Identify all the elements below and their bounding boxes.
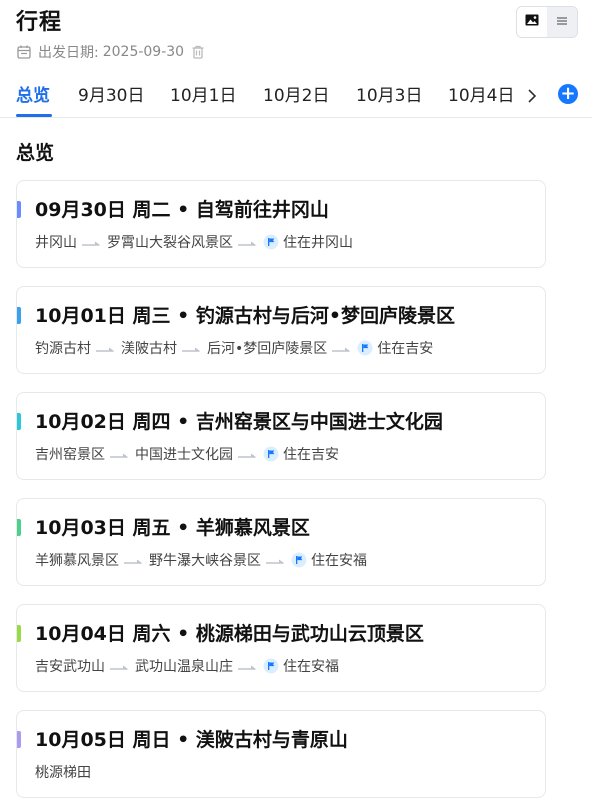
day-title: 10月01日 周三 • 钓源古村与后河•梦回庐陵景区 [35, 305, 456, 327]
route-stop: 吉安武功山 [35, 659, 105, 675]
route-stop: 钓源古村 [35, 341, 91, 357]
arrow-right-icon [109, 449, 131, 459]
day-color-bar [17, 413, 21, 430]
arrow-right-icon [95, 343, 117, 353]
stay-location: 住在吉安 [283, 447, 339, 463]
header: 行程 出发日期: 2025-09-30 [16, 8, 206, 62]
day-tabs: 总览 9月30日 10月1日 10月2日 10月3日 10月4日 [0, 78, 592, 118]
tab-day-1002[interactable]: 10月2日 [263, 82, 329, 110]
flag-icon [263, 234, 279, 250]
calendar-icon [16, 44, 32, 60]
departure-date-value[interactable]: 2025-09-30 [103, 44, 184, 60]
day-color-bar [17, 731, 21, 748]
add-day-button[interactable]: + [558, 84, 578, 104]
stay-location: 住在安福 [311, 553, 367, 569]
route-stop: 井冈山 [35, 235, 77, 251]
route-stop: 渼陂古村 [121, 341, 177, 357]
chevron-right-icon[interactable] [522, 86, 542, 106]
image-icon [524, 12, 540, 32]
flag-icon [291, 552, 307, 568]
arrow-right-icon [331, 343, 353, 353]
flag-icon [263, 446, 279, 462]
day-route: 吉州窑景区 中国进士文化园 住在吉安 [35, 444, 339, 464]
day-card[interactable]: 10月05日 周日 • 渼陂古村与青原山桃源梯田 [16, 710, 546, 798]
view-toggle [516, 6, 578, 38]
departure-date-row: 出发日期: 2025-09-30 [16, 42, 206, 62]
stay-location: 住在井冈山 [283, 235, 353, 251]
day-route: 钓源古村 渼陂古村 后河•梦回庐陵景区 住在吉安 [35, 338, 433, 358]
active-tab-indicator [16, 114, 52, 117]
arrow-right-icon [181, 343, 203, 353]
day-card[interactable]: 10月02日 周四 • 吉州窑景区与中国进士文化园吉州窑景区 中国进士文化园 住在吉… [16, 392, 546, 480]
day-title: 10月03日 周五 • 羊狮慕风景区 [35, 517, 310, 539]
tab-day-1003[interactable]: 10月3日 [356, 82, 422, 110]
arrow-right-icon [81, 237, 103, 247]
tab-day-1004[interactable]: 10月4日 [448, 82, 514, 110]
flag-icon [357, 340, 373, 356]
image-view-button[interactable] [517, 7, 547, 37]
day-route: 吉安武功山 武功山温泉山庄 住在安福 [35, 656, 339, 676]
arrow-right-icon [237, 237, 259, 247]
day-title: 10月02日 周四 • 吉州窑景区与中国进士文化园 [35, 411, 443, 433]
stay-location: 住在吉安 [377, 341, 434, 357]
day-card[interactable]: 10月03日 周五 • 羊狮慕风景区羊狮慕风景区 野牛瀑大峡谷景区 住在安福 [16, 498, 546, 586]
day-card-list: 09月30日 周二 • 自驾前往井冈山井冈山 罗霄山大裂谷风景区 住在井冈山 10月0… [16, 180, 546, 803]
section-title: 总览 [16, 142, 55, 164]
route-stop: 后河•梦回庐陵景区 [207, 341, 328, 357]
list-view-button[interactable] [547, 7, 577, 37]
arrow-right-icon [123, 555, 145, 565]
day-card[interactable]: 09月30日 周二 • 自驾前往井冈山井冈山 罗霄山大裂谷风景区 住在井冈山 [16, 180, 546, 268]
trash-icon[interactable] [190, 44, 206, 60]
arrow-right-icon [109, 661, 131, 671]
route-stop: 罗霄山大裂谷风景区 [107, 235, 233, 251]
arrow-right-icon [265, 555, 287, 565]
menu-lines-icon [555, 13, 569, 32]
day-route: 桃源梯田 [35, 762, 91, 782]
day-title: 10月04日 周六 • 桃源梯田与武功山云顶景区 [35, 623, 424, 645]
route-stop: 羊狮慕风景区 [35, 553, 119, 569]
day-route: 羊狮慕风景区 野牛瀑大峡谷景区 住在安福 [35, 550, 367, 570]
route-stop: 中国进士文化园 [135, 447, 233, 463]
route-stop: 野牛瀑大峡谷景区 [149, 553, 261, 569]
departure-date-label: 出发日期: [38, 45, 99, 61]
day-title: 09月30日 周二 • 自驾前往井冈山 [35, 199, 329, 221]
day-card[interactable]: 10月04日 周六 • 桃源梯田与武功山云顶景区吉安武功山 武功山温泉山庄 住在安福 [16, 604, 546, 692]
flag-icon [263, 658, 279, 674]
tab-day-1001[interactable]: 10月1日 [170, 82, 236, 110]
day-title: 10月05日 周日 • 渼陂古村与青原山 [35, 729, 348, 751]
tab-day-0930[interactable]: 9月30日 [78, 82, 144, 110]
day-color-bar [17, 201, 21, 218]
day-color-bar [17, 307, 21, 324]
day-color-bar [17, 625, 21, 642]
page-title: 行程 [16, 10, 63, 35]
arrow-right-icon [237, 661, 259, 671]
arrow-right-icon [237, 449, 259, 459]
route-stop: 武功山温泉山庄 [135, 659, 233, 675]
tab-overview[interactable]: 总览 [16, 82, 50, 110]
day-route: 井冈山 罗霄山大裂谷风景区 住在井冈山 [35, 232, 353, 252]
route-stop: 桃源梯田 [35, 765, 91, 781]
route-stop: 吉州窑景区 [35, 447, 105, 463]
stay-location: 住在安福 [283, 659, 339, 675]
day-color-bar [17, 519, 21, 536]
day-card[interactable]: 10月01日 周三 • 钓源古村与后河•梦回庐陵景区钓源古村 渼陂古村 后河•梦回庐… [16, 286, 546, 374]
